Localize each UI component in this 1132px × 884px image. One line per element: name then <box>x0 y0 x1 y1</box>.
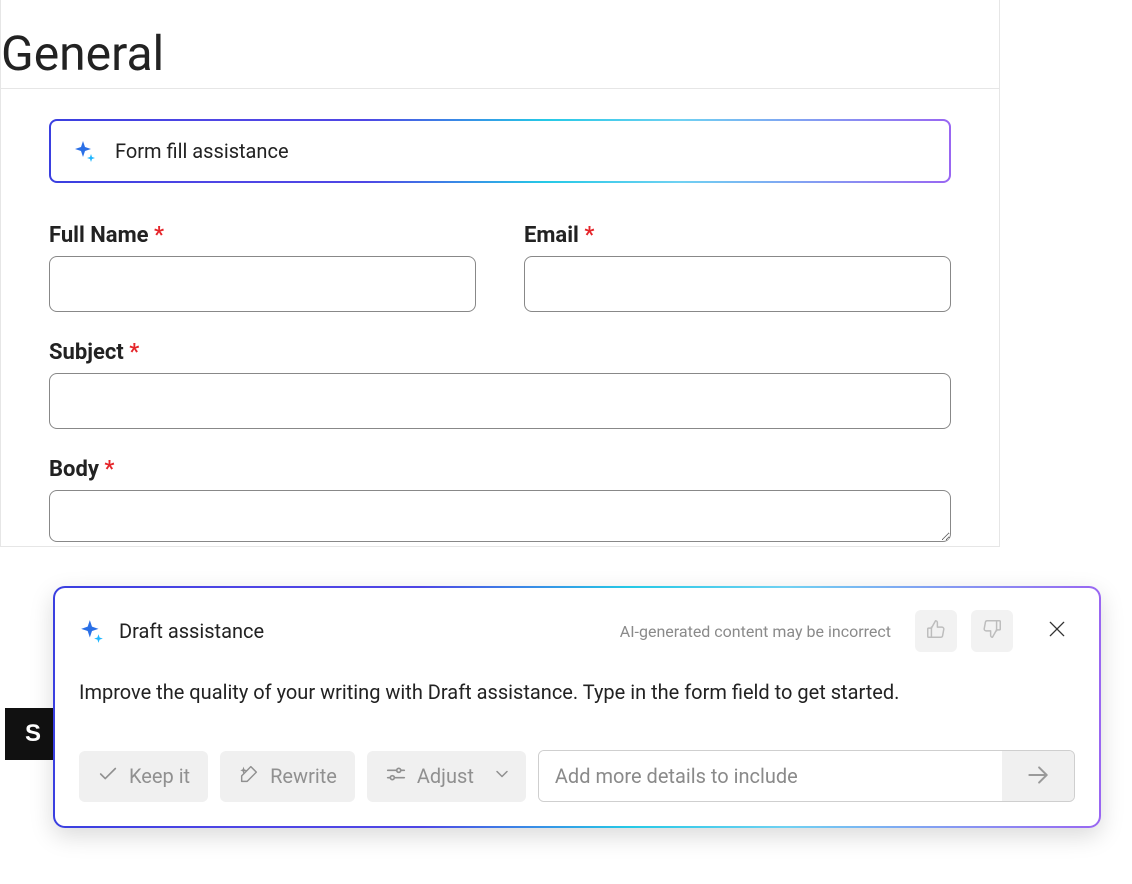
thumbs-up-button[interactable] <box>915 610 957 652</box>
subject-input[interactable] <box>49 373 951 429</box>
thumbs-down-button[interactable] <box>971 610 1013 652</box>
required-star: * <box>104 457 114 482</box>
subject-label-text: Subject <box>49 340 124 365</box>
add-details-input[interactable] <box>539 751 1002 801</box>
form-fill-assistance-label: Form fill assistance <box>115 139 289 163</box>
thumbs-up-icon <box>925 618 947 644</box>
email-label: Email * <box>524 223 594 248</box>
arrow-right-icon <box>1025 762 1051 791</box>
sparkle-icon <box>73 139 97 163</box>
full-name-input[interactable] <box>49 256 476 312</box>
close-button[interactable] <box>1039 613 1075 649</box>
adjust-button[interactable]: Adjust <box>367 751 526 802</box>
required-star: * <box>129 340 139 365</box>
adjust-label: Adjust <box>417 764 474 788</box>
chevron-down-icon <box>492 764 512 789</box>
close-icon <box>1047 619 1067 643</box>
rewrite-label: Rewrite <box>270 764 337 788</box>
required-star: * <box>154 223 164 248</box>
body-textarea[interactable] <box>49 490 951 542</box>
rewrite-button[interactable]: Rewrite <box>220 751 355 802</box>
email-label-text: Email <box>524 223 579 248</box>
email-input[interactable] <box>524 256 951 312</box>
required-star: * <box>584 223 594 248</box>
sparkle-icon <box>79 618 105 644</box>
body-label: Body * <box>49 457 114 482</box>
ai-disclaimer: AI-generated content may be incorrect <box>620 622 891 641</box>
page-title: General <box>1 0 999 89</box>
checkmark-icon <box>97 763 119 790</box>
body-label-text: Body <box>49 457 99 482</box>
keep-it-button[interactable]: Keep it <box>79 751 208 802</box>
subject-label: Subject * <box>49 340 139 365</box>
full-name-label: Full Name * <box>49 223 164 248</box>
send-button[interactable] <box>1002 751 1074 801</box>
keep-it-label: Keep it <box>129 764 190 788</box>
form-fill-assistance-banner[interactable]: Form fill assistance <box>49 119 951 183</box>
rewrite-icon <box>238 763 260 790</box>
draft-description: Improve the quality of your writing with… <box>79 680 1075 704</box>
draft-assistance-panel: Draft assistance AI-generated content ma… <box>53 586 1101 828</box>
draft-assistance-title: Draft assistance <box>119 619 264 643</box>
full-name-label-text: Full Name <box>49 223 149 248</box>
sliders-icon <box>385 763 407 790</box>
thumbs-down-icon <box>981 618 1003 644</box>
